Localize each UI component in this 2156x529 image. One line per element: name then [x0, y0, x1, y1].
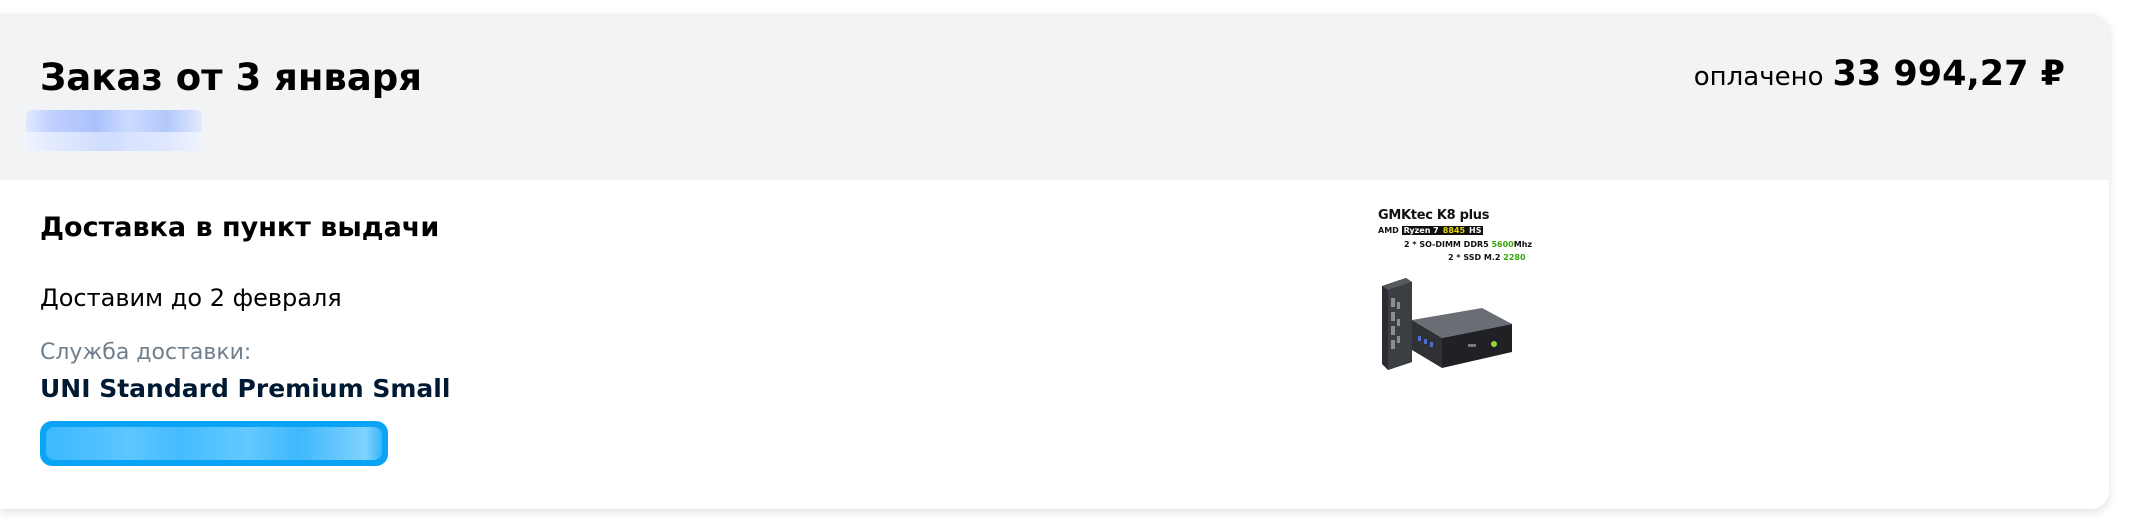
payment-summary: оплачено 33 994,27 ₽: [1694, 54, 2065, 94]
delivery-service-name: UNI Standard Premium Small: [40, 374, 451, 403]
paid-label: оплачено: [1693, 62, 1824, 92]
order-header: Заказ от 3 января оплачено 33 994,27 ₽: [0, 14, 2109, 180]
delivery-date: Доставим до 2 февраля: [40, 284, 342, 312]
product-cpu-suffix: HS: [1467, 226, 1484, 235]
paid-amount: 33 994,27 ₽: [1832, 54, 2066, 94]
product-image-title: GMKtec K8 plus: [1378, 208, 1490, 223]
product-image-ssd: 2 * SSD M.2 2280: [1448, 253, 1526, 262]
order-number-blurred: [26, 110, 202, 151]
product-cpu-brand: AMD: [1378, 226, 1399, 235]
order-title[interactable]: Заказ от 3 января: [40, 56, 422, 99]
product-image[interactable]: GMKtec K8 plus AMD Ryzen 7 8845 HS 2 * SO-…: [1372, 204, 1532, 384]
product-ram-prefix: 2 * SO-DIMM DDR5: [1404, 240, 1492, 249]
product-cpu-model: Ryzen 7: [1401, 226, 1441, 235]
product-image-cpu: AMD Ryzen 7 8845 HS: [1378, 226, 1484, 235]
delivery-service-label: Служба доставки:: [40, 340, 252, 365]
tracking-button-blurred[interactable]: [40, 421, 388, 466]
product-ram-speed: 5600: [1491, 240, 1514, 249]
mini-pc-illustration: [1382, 278, 1512, 370]
order-card: Заказ от 3 января оплачено 33 994,27 ₽ Д…: [0, 14, 2109, 509]
product-cpu-chip: 8845: [1440, 226, 1468, 235]
tracking-button-blur: [46, 427, 382, 460]
delivery-type: Доставка в пункт выдачи: [40, 212, 440, 243]
product-ssd-size: 2280: [1503, 253, 1526, 262]
product-ssd-prefix: 2 * SSD M.2: [1448, 253, 1504, 262]
product-ram-unit: Mhz: [1513, 240, 1533, 249]
product-image-ram: 2 * SO-DIMM DDR5 5600Mhz: [1404, 240, 1532, 249]
